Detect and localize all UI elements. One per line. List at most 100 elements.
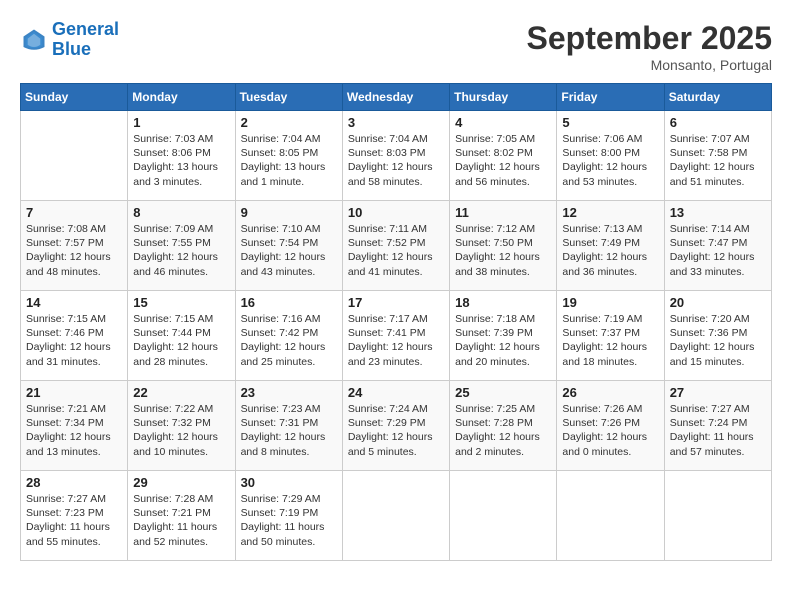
day-number: 5 — [562, 115, 658, 130]
day-number: 19 — [562, 295, 658, 310]
day-info: Sunrise: 7:03 AMSunset: 8:06 PMDaylight:… — [133, 132, 229, 189]
day-info: Sunrise: 7:11 AMSunset: 7:52 PMDaylight:… — [348, 222, 444, 279]
day-info: Sunrise: 7:09 AMSunset: 7:55 PMDaylight:… — [133, 222, 229, 279]
day-number: 24 — [348, 385, 444, 400]
day-number: 3 — [348, 115, 444, 130]
calendar-cell: 27 Sunrise: 7:27 AMSunset: 7:24 PMDayligh… — [664, 381, 771, 471]
day-info: Sunrise: 7:15 AMSunset: 7:46 PMDaylight:… — [26, 312, 122, 369]
day-number: 22 — [133, 385, 229, 400]
day-number: 30 — [241, 475, 337, 490]
day-number: 13 — [670, 205, 766, 220]
day-info: Sunrise: 7:19 AMSunset: 7:37 PMDaylight:… — [562, 312, 658, 369]
calendar-cell: 9 Sunrise: 7:10 AMSunset: 7:54 PMDaylight… — [235, 201, 342, 291]
week-row-3: 14 Sunrise: 7:15 AMSunset: 7:46 PMDayligh… — [21, 291, 772, 381]
calendar-cell: 17Sunrise: 7:17 AMSunset: 7:41 PMDayligh… — [342, 291, 449, 381]
logo: General Blue — [20, 20, 119, 60]
calendar-cell — [557, 471, 664, 561]
calendar-table: SundayMondayTuesdayWednesdayThursdayFrid… — [20, 83, 772, 561]
day-number: 25 — [455, 385, 551, 400]
calendar-cell: 28 Sunrise: 7:27 AMSunset: 7:23 PMDayligh… — [21, 471, 128, 561]
week-row-2: 7 Sunrise: 7:08 AMSunset: 7:57 PMDaylight… — [21, 201, 772, 291]
calendar-cell: 14 Sunrise: 7:15 AMSunset: 7:46 PMDayligh… — [21, 291, 128, 381]
calendar-cell: 2 Sunrise: 7:04 AMSunset: 8:05 PMDaylight… — [235, 111, 342, 201]
day-info: Sunrise: 7:20 AMSunset: 7:36 PMDaylight:… — [670, 312, 766, 369]
day-info: Sunrise: 7:04 AMSunset: 8:05 PMDaylight:… — [241, 132, 337, 189]
day-info: Sunrise: 7:13 AMSunset: 7:49 PMDaylight:… — [562, 222, 658, 279]
page-header: General Blue September 2025 Monsanto, Po… — [20, 20, 772, 73]
day-number: 23 — [241, 385, 337, 400]
day-info: Sunrise: 7:05 AMSunset: 8:02 PMDaylight:… — [455, 132, 551, 189]
calendar-cell — [21, 111, 128, 201]
day-number: 15 — [133, 295, 229, 310]
day-info: Sunrise: 7:07 AMSunset: 7:58 PMDaylight:… — [670, 132, 766, 189]
day-number: 14 — [26, 295, 122, 310]
weekday-header-friday: Friday — [557, 84, 664, 111]
day-number: 27 — [670, 385, 766, 400]
day-number: 8 — [133, 205, 229, 220]
weekday-header-monday: Monday — [128, 84, 235, 111]
calendar-cell: 15 Sunrise: 7:15 AMSunset: 7:44 PMDayligh… — [128, 291, 235, 381]
day-info: Sunrise: 7:24 AMSunset: 7:29 PMDaylight:… — [348, 402, 444, 459]
calendar-cell: 11 Sunrise: 7:12 AMSunset: 7:50 PMDayligh… — [450, 201, 557, 291]
day-number: 18 — [455, 295, 551, 310]
calendar-cell: 21 Sunrise: 7:21 AMSunset: 7:34 PMDayligh… — [21, 381, 128, 471]
day-info: Sunrise: 7:12 AMSunset: 7:50 PMDaylight:… — [455, 222, 551, 279]
day-info: Sunrise: 7:29 AMSunset: 7:19 PMDaylight:… — [241, 492, 337, 549]
day-info: Sunrise: 7:15 AMSunset: 7:44 PMDaylight:… — [133, 312, 229, 369]
week-row-5: 28 Sunrise: 7:27 AMSunset: 7:23 PMDayligh… — [21, 471, 772, 561]
day-number: 29 — [133, 475, 229, 490]
day-info: Sunrise: 7:26 AMSunset: 7:26 PMDaylight:… — [562, 402, 658, 459]
weekday-header-tuesday: Tuesday — [235, 84, 342, 111]
day-info: Sunrise: 7:18 AMSunset: 7:39 PMDaylight:… — [455, 312, 551, 369]
calendar-cell: 30 Sunrise: 7:29 AMSunset: 7:19 PMDayligh… — [235, 471, 342, 561]
day-number: 6 — [670, 115, 766, 130]
weekday-header-sunday: Sunday — [21, 84, 128, 111]
day-number: 28 — [26, 475, 122, 490]
calendar-cell: 24 Sunrise: 7:24 AMSunset: 7:29 PMDayligh… — [342, 381, 449, 471]
day-info: Sunrise: 7:16 AMSunset: 7:42 PMDaylight:… — [241, 312, 337, 369]
day-number: 21 — [26, 385, 122, 400]
day-number: 10 — [348, 205, 444, 220]
calendar-cell — [664, 471, 771, 561]
week-row-1: 1 Sunrise: 7:03 AMSunset: 8:06 PMDaylight… — [21, 111, 772, 201]
weekday-header-thursday: Thursday — [450, 84, 557, 111]
calendar-cell: 5 Sunrise: 7:06 AMSunset: 8:00 PMDaylight… — [557, 111, 664, 201]
calendar-cell: 10 Sunrise: 7:11 AMSunset: 7:52 PMDayligh… — [342, 201, 449, 291]
calendar-cell: 4 Sunrise: 7:05 AMSunset: 8:02 PMDaylight… — [450, 111, 557, 201]
weekday-header-row: SundayMondayTuesdayWednesdayThursdayFrid… — [21, 84, 772, 111]
calendar-cell: 3Sunrise: 7:04 AMSunset: 8:03 PMDaylight… — [342, 111, 449, 201]
day-number: 26 — [562, 385, 658, 400]
calendar-cell: 22 Sunrise: 7:22 AMSunset: 7:32 PMDayligh… — [128, 381, 235, 471]
day-number: 17 — [348, 295, 444, 310]
day-number: 12 — [562, 205, 658, 220]
day-number: 9 — [241, 205, 337, 220]
day-number: 11 — [455, 205, 551, 220]
day-info: Sunrise: 7:06 AMSunset: 8:00 PMDaylight:… — [562, 132, 658, 189]
weekday-header-saturday: Saturday — [664, 84, 771, 111]
day-number: 20 — [670, 295, 766, 310]
day-info: Sunrise: 7:08 AMSunset: 7:57 PMDaylight:… — [26, 222, 122, 279]
logo-icon — [20, 26, 48, 54]
day-info: Sunrise: 7:27 AMSunset: 7:24 PMDaylight:… — [670, 402, 766, 459]
week-row-4: 21 Sunrise: 7:21 AMSunset: 7:34 PMDayligh… — [21, 381, 772, 471]
calendar-cell: 19 Sunrise: 7:19 AMSunset: 7:37 PMDayligh… — [557, 291, 664, 381]
day-number: 2 — [241, 115, 337, 130]
day-info: Sunrise: 7:28 AMSunset: 7:21 PMDaylight:… — [133, 492, 229, 549]
day-info: Sunrise: 7:25 AMSunset: 7:28 PMDaylight:… — [455, 402, 551, 459]
calendar-cell: 20 Sunrise: 7:20 AMSunset: 7:36 PMDayligh… — [664, 291, 771, 381]
calendar-cell: 13Sunrise: 7:14 AMSunset: 7:47 PMDayligh… — [664, 201, 771, 291]
day-info: Sunrise: 7:21 AMSunset: 7:34 PMDaylight:… — [26, 402, 122, 459]
calendar-cell: 6 Sunrise: 7:07 AMSunset: 7:58 PMDaylight… — [664, 111, 771, 201]
calendar-cell: 8 Sunrise: 7:09 AMSunset: 7:55 PMDaylight… — [128, 201, 235, 291]
location-subtitle: Monsanto, Portugal — [527, 57, 772, 73]
month-title: September 2025 — [527, 20, 772, 57]
day-info: Sunrise: 7:23 AMSunset: 7:31 PMDaylight:… — [241, 402, 337, 459]
day-info: Sunrise: 7:22 AMSunset: 7:32 PMDaylight:… — [133, 402, 229, 459]
day-info: Sunrise: 7:27 AMSunset: 7:23 PMDaylight:… — [26, 492, 122, 549]
day-number: 4 — [455, 115, 551, 130]
day-number: 7 — [26, 205, 122, 220]
calendar-cell: 16Sunrise: 7:16 AMSunset: 7:42 PMDayligh… — [235, 291, 342, 381]
day-number: 1 — [133, 115, 229, 130]
weekday-header-wednesday: Wednesday — [342, 84, 449, 111]
day-info: Sunrise: 7:10 AMSunset: 7:54 PMDaylight:… — [241, 222, 337, 279]
